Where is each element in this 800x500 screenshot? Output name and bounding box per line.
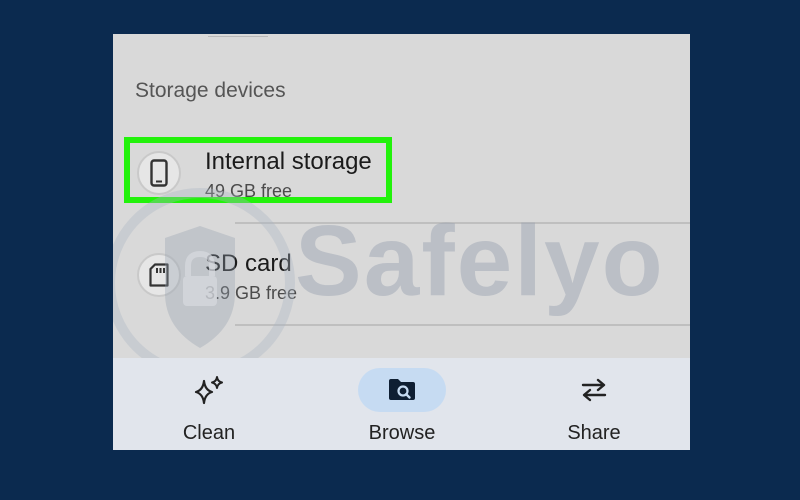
sparkle-icon	[165, 368, 253, 412]
highlight-box	[124, 137, 392, 203]
nav-label: Clean	[182, 422, 236, 444]
storage-free-space: 3.9 GB free	[205, 283, 298, 303]
divider	[235, 324, 690, 326]
section-title: Storage devices	[135, 79, 286, 102]
previous-section-edge	[208, 34, 268, 37]
nav-label: Browse	[368, 422, 436, 444]
nav-label: Share	[567, 422, 621, 444]
storage-name: SD card	[205, 250, 292, 277]
divider	[235, 222, 690, 224]
sd-card-icon	[137, 253, 181, 297]
bottom-navigation: Clean Browse Share	[113, 358, 690, 450]
folder-search-icon	[358, 368, 446, 412]
storage-row-sd-card[interactable]: SD card 3.9 GB free	[127, 239, 690, 305]
nav-share[interactable]: Share	[529, 368, 659, 450]
nav-browse[interactable]: Browse	[337, 368, 467, 450]
swap-arrows-icon	[550, 368, 638, 412]
files-app-screen: Storage devices Internal storage 49 GB f…	[113, 34, 690, 450]
nav-clean[interactable]: Clean	[144, 368, 274, 450]
storage-row-internal[interactable]: Internal storage 49 GB free	[124, 137, 690, 203]
